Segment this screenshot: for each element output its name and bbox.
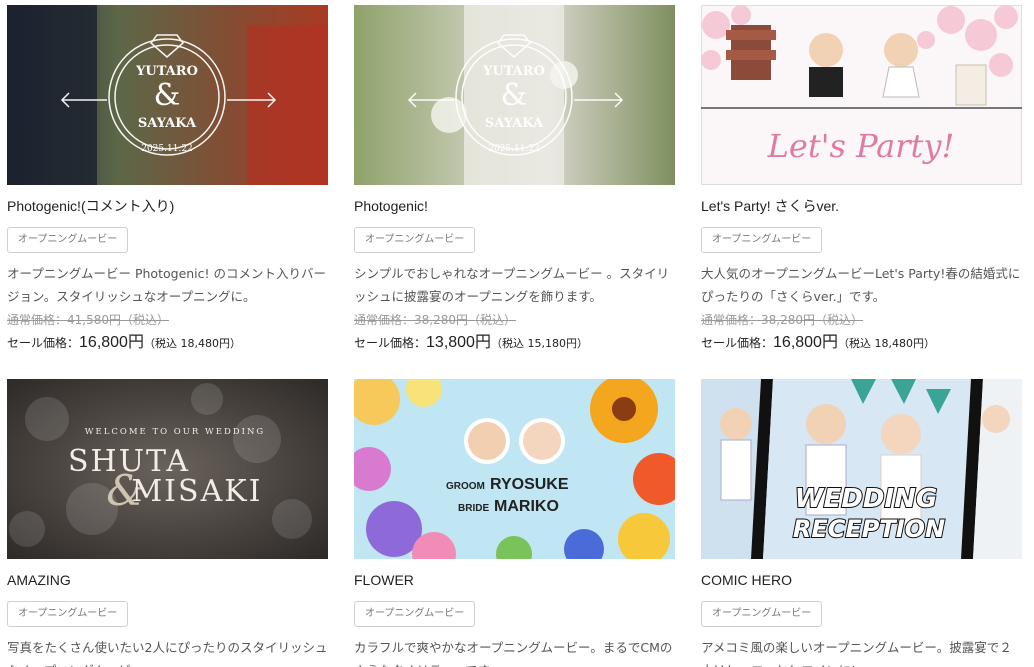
product-description: カラフルで爽やかなオープニングムービー。まるでCMのようなクオリティーです。: [354, 640, 673, 667]
thumbnail-photogenic: YUTARO & SAYAKA 2025.11.22: [354, 5, 675, 185]
sale-tax: （税込 18,480円）: [837, 337, 935, 350]
product-title[interactable]: AMAZING: [7, 571, 328, 589]
sale-price: セール価格：16,800円（税込 18,480円）: [7, 330, 328, 356]
svg-text:&: &: [501, 78, 528, 113]
product-card: YUTARO & SAYAKA 2025.11.22 Photogenic! オ…: [354, 5, 675, 356]
svg-text:MISAKI: MISAKI: [131, 474, 262, 509]
sale-price: セール価格：13,800円（税込 15,180円）: [354, 330, 675, 356]
product-card: WELCOME TO OUR WEDDING SHUTA & MISAKI AM…: [7, 379, 328, 667]
product-title[interactable]: Photogenic!: [354, 197, 675, 215]
product-description: アメコミ風の楽しいオープニングムービー。披露宴で２人はヒーローとヒロインに!: [701, 640, 1012, 667]
product-description: 大人気のオープニングムービーLet's Party!春の結婚式にぴったりの「さく…: [701, 266, 1021, 304]
product-card: WEDDING RECEPTION COMIC HERO オープニングムービー …: [701, 379, 1022, 667]
regular-price: 通常価格：38,280円（税込）: [701, 313, 863, 327]
product-thumbnail[interactable]: Let's Party!: [701, 5, 1022, 185]
sale-amount: 13,800円: [426, 334, 491, 351]
svg-text:RECEPTION: RECEPTION: [793, 515, 945, 543]
product-thumbnail[interactable]: YUTARO & SAYAKA 2025.11.22: [354, 5, 675, 185]
regular-price: 通常価格：41,580円（税込）: [7, 313, 169, 327]
svg-text:SAYAKA: SAYAKA: [485, 116, 544, 131]
sale-label: セール価格：: [7, 336, 80, 350]
product-thumbnail[interactable]: WEDDING RECEPTION: [701, 379, 1022, 559]
product-card: GROOM RYOSUKE BRIDE MARIKO FLOWER オープニング…: [354, 379, 675, 667]
svg-text:YUTARO: YUTARO: [135, 64, 198, 79]
product-title[interactable]: Photogenic!(コメント入り): [7, 197, 328, 215]
thumbnail-flower: GROOM RYOSUKE BRIDE MARIKO: [354, 379, 675, 559]
category-tag[interactable]: オープニングムービー: [7, 601, 129, 627]
thumbnail-lets-party: Let's Party!: [701, 5, 1022, 185]
svg-text:RYOSUKE: RYOSUKE: [490, 476, 569, 493]
product-title[interactable]: FLOWER: [354, 571, 675, 589]
thumbnail-amazing: WELCOME TO OUR WEDDING SHUTA & MISAKI: [7, 379, 328, 559]
category-tag[interactable]: オープニングムービー: [701, 601, 823, 627]
product-grid: YUTARO & SAYAKA 2025.11.22 Photogenic!(コ…: [0, 0, 1034, 667]
product-thumbnail[interactable]: YUTARO & SAYAKA 2025.11.22: [7, 5, 328, 185]
product-description: 写真をたくさん使いたい2人にぴったりのスタイリッシュなオープニングムービー。: [7, 640, 328, 667]
category-tag[interactable]: オープニングムービー: [7, 227, 129, 253]
regular-price: 通常価格：38,280円（税込）: [354, 313, 516, 327]
category-tag[interactable]: オープニングムービー: [354, 227, 476, 253]
product-thumbnail[interactable]: GROOM RYOSUKE BRIDE MARIKO: [354, 379, 675, 559]
category-tag[interactable]: オープニングムービー: [354, 601, 476, 627]
sale-tax: （税込 18,480円）: [143, 337, 241, 350]
product-thumbnail[interactable]: WELCOME TO OUR WEDDING SHUTA & MISAKI: [7, 379, 328, 559]
product-description: シンプルでおしゃれなオープニングムービー 。スタイリッシュに披露宴のオープニング…: [354, 266, 670, 304]
svg-text:BRIDE: BRIDE: [458, 503, 489, 514]
svg-text:MARIKO: MARIKO: [494, 498, 559, 515]
sale-amount: 16,800円: [773, 334, 838, 351]
thumbnail-comic-hero: WEDDING RECEPTION: [701, 379, 1022, 559]
sale-price: セール価格：16,800円（税込 18,480円）: [701, 330, 1022, 356]
sale-label: セール価格：: [701, 336, 774, 350]
svg-text:WEDDING: WEDDING: [795, 484, 937, 514]
svg-text:2025.11.22: 2025.11.22: [488, 144, 540, 154]
sale-tax: （税込 15,180円）: [490, 337, 588, 350]
product-title[interactable]: Let's Party! さくらver.: [701, 197, 1022, 215]
product-title[interactable]: COMIC HERO: [701, 571, 1022, 589]
sale-amount: 16,800円: [79, 334, 144, 351]
product-card: Let's Party! Let's Party! さくらver. オープニング…: [701, 5, 1022, 356]
svg-text:SAYAKA: SAYAKA: [138, 116, 197, 131]
product-description: オープニングムービー Photogenic! のコメント入りバージョン。スタイリ…: [7, 266, 327, 304]
svg-text:&: &: [154, 78, 181, 113]
category-tag[interactable]: オープニングムービー: [701, 227, 823, 253]
svg-text:WELCOME TO OUR WEDDING: WELCOME TO OUR WEDDING: [85, 427, 265, 437]
sale-label: セール価格：: [354, 336, 427, 350]
product-card: YUTARO & SAYAKA 2025.11.22 Photogenic!(コ…: [7, 5, 328, 356]
svg-text:GROOM: GROOM: [446, 481, 485, 492]
thumbnail-photogenic-comment: YUTARO & SAYAKA 2025.11.22: [7, 5, 328, 185]
svg-text:2025.11.22: 2025.11.22: [141, 144, 193, 154]
svg-text:YUTARO: YUTARO: [482, 64, 545, 79]
svg-text:Let's Party!: Let's Party!: [767, 127, 955, 165]
